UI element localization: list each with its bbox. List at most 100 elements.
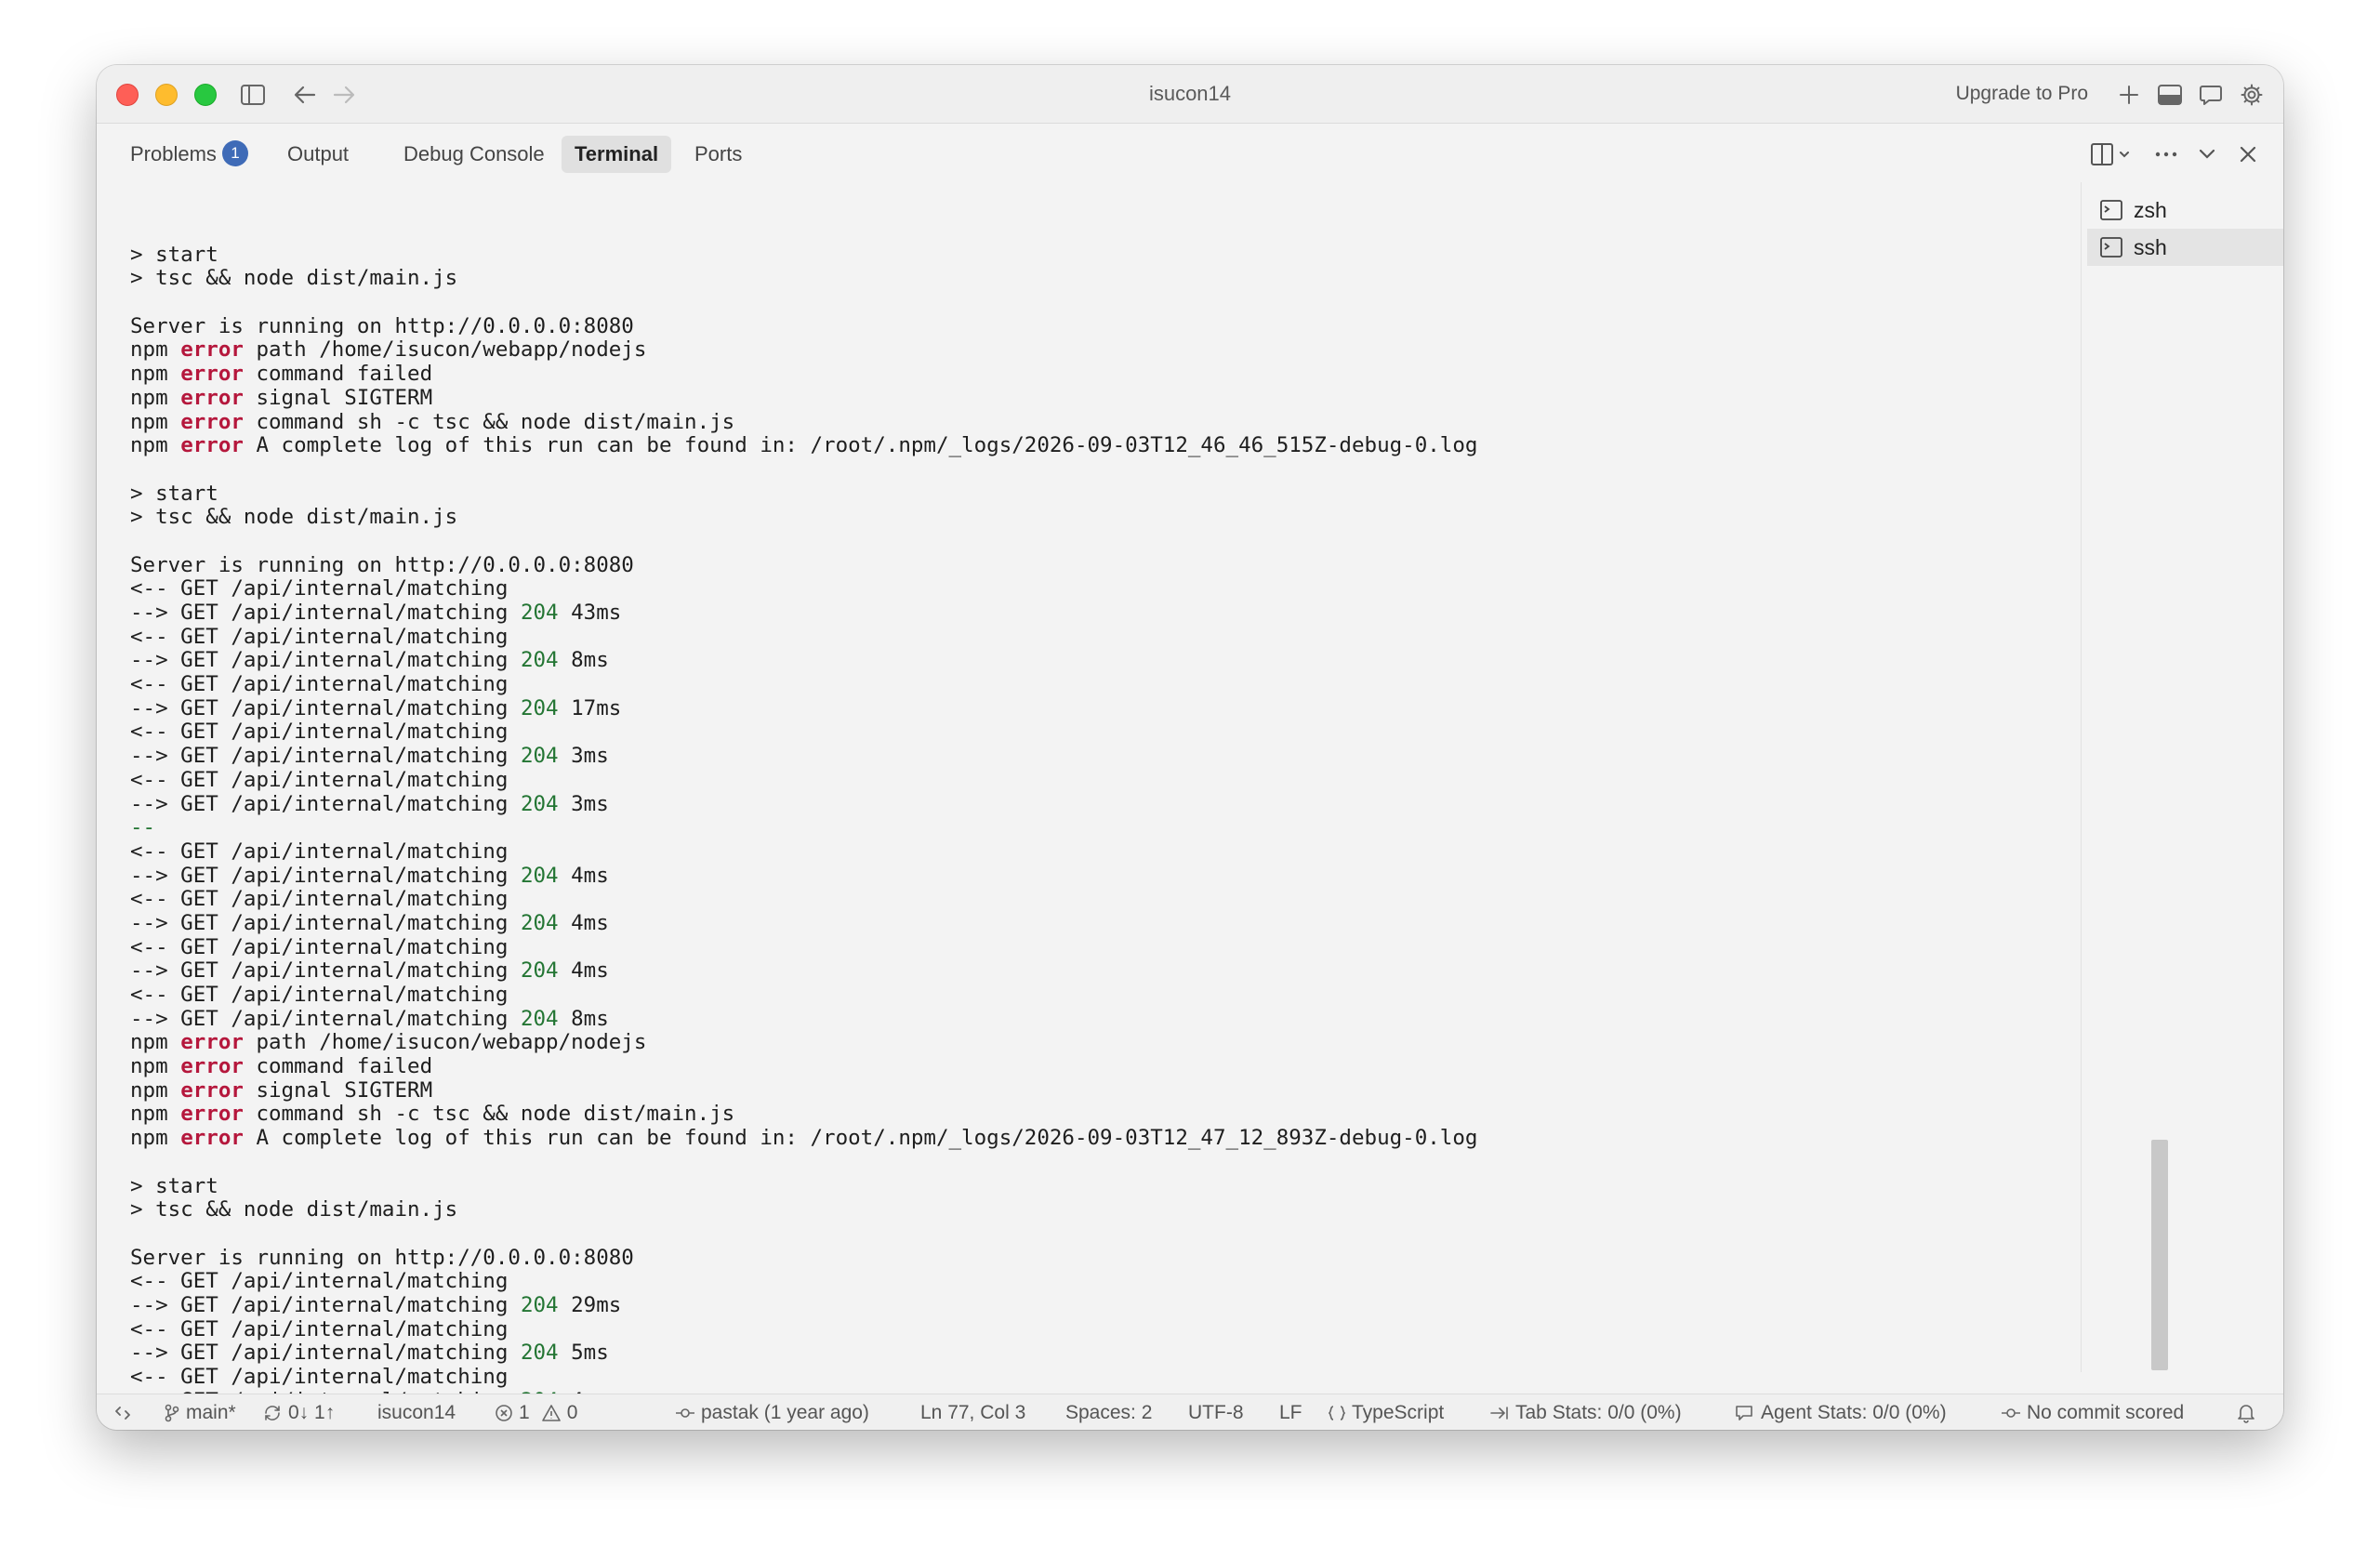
tab-terminal[interactable]: Terminal (562, 136, 672, 173)
terminal-text: Server is running on http://0.0.0.0:8080 (130, 552, 634, 577)
error-keyword: error (180, 385, 244, 410)
terminal-line: --> GET /api/internal/matching 204 4ms (130, 863, 2157, 889)
branch-status[interactable]: main* (164, 1400, 236, 1426)
terminal-item-zsh[interactable]: zsh (2087, 192, 2283, 229)
terminal-item-label: zsh (2134, 197, 2167, 222)
terminal-text: 8ms (558, 1006, 609, 1031)
terminal-text: 17ms (558, 695, 622, 720)
terminal-line: <-- GET /api/internal/matching (130, 1269, 2157, 1294)
terminal-line: <-- GET /api/internal/matching (130, 768, 2157, 793)
agent-stats-label: Agent Stats: 0/0 (0%) (1761, 1402, 1947, 1423)
terminal-text: 29ms (558, 1292, 622, 1317)
terminal-line: > tsc && node dist/main.js (130, 1197, 2157, 1222)
split-terminal-icon[interactable] (2088, 139, 2136, 169)
terminal-text: npm (130, 409, 181, 434)
terminal-line: > tsc && node dist/main.js (130, 267, 2157, 291)
terminal-text: <-- GET /api/internal/matching (130, 983, 509, 1007)
terminal-line: > tsc && node dist/main.js (130, 505, 2157, 530)
sync-counts: 0↓ 1↑ (288, 1402, 336, 1423)
upgrade-to-pro-button[interactable]: Upgrade to Pro (1956, 83, 2088, 105)
terminal-text: npm (130, 1102, 181, 1127)
terminal-line: --> GET /api/internal/matching 204 17ms (130, 695, 2157, 721)
status-code: 204 (520, 958, 559, 984)
sync-status[interactable]: 0↓ 1↑ (262, 1400, 335, 1426)
terminal-text: command sh -c tsc && node dist/main.js (243, 1102, 735, 1127)
terminal-text: --> GET /api/internal/matching (130, 863, 521, 888)
terminal-text: command sh -c tsc && node dist/main.js (243, 409, 735, 434)
tab-problems-label: Problems (130, 142, 217, 165)
bell-icon[interactable] (2237, 1400, 2261, 1426)
terminal-text: 8ms (558, 648, 609, 673)
terminal-line: <-- GET /api/internal/matching (130, 887, 2157, 912)
terminal-text: > tsc && node dist/main.js (130, 1197, 458, 1222)
cursor-position[interactable]: Ln 77, Col 3 (920, 1400, 1025, 1426)
terminal-text: npm (130, 1054, 181, 1079)
terminal-line: <-- GET /api/internal/matching (130, 935, 2157, 960)
status-code: 204 (520, 863, 559, 888)
terminal-text: path /home/isucon/webapp/nodejs (243, 1030, 647, 1055)
terminal-line: npm error path /home/isucon/webapp/nodej… (130, 338, 2157, 363)
terminal-text: --> GET /api/internal/matching (130, 601, 521, 625)
status-code: 204 (520, 1006, 559, 1031)
terminal-icon (2098, 197, 2124, 223)
terminal-text: <-- GET /api/internal/matching (130, 1269, 509, 1294)
language-label: TypeScript (1352, 1402, 1445, 1423)
tab-output[interactable]: Output (274, 136, 362, 173)
tab-debug-console[interactable]: Debug Console (390, 136, 558, 173)
eol-status[interactable]: LF (1279, 1400, 1302, 1426)
chevron-down-icon[interactable] (2192, 139, 2222, 169)
commit-score-label: No commit scored (2027, 1402, 2185, 1423)
gear-icon[interactable] (2237, 80, 2267, 110)
terminal-text: > tsc && node dist/main.js (130, 266, 458, 291)
terminal-text: <-- GET /api/internal/matching (130, 1365, 509, 1389)
terminal-text: <-- GET /api/internal/matching (130, 839, 509, 864)
agent-stats[interactable]: Agent Stats: 0/0 (0%) (1735, 1400, 1947, 1426)
problems-status[interactable]: 1 0 (495, 1400, 577, 1426)
tab-stats-label: Tab Stats: 0/0 (0%) (1515, 1402, 1682, 1423)
terminal-text: npm (130, 362, 181, 387)
terminal-text: <-- GET /api/internal/matching (130, 576, 509, 601)
terminal-line: <-- GET /api/internal/matching (130, 625, 2157, 650)
error-keyword: error (180, 1030, 244, 1055)
plus-icon[interactable] (2114, 80, 2144, 110)
indentation-status[interactable]: Spaces: 2 (1065, 1400, 1152, 1426)
terminal-output[interactable]: > start > tsc && node dist/main.js Server … (130, 219, 2157, 1394)
terminal-text: npm (130, 433, 181, 458)
commit-score[interactable]: No commit scored (2001, 1400, 2184, 1426)
status-code: 204 (520, 1292, 559, 1317)
tab-problems[interactable]: Problems 1 (117, 136, 261, 173)
terminal-line: --> GET /api/internal/matching 204 4ms (130, 911, 2157, 936)
close-icon[interactable] (2233, 139, 2263, 169)
terminal-text: A complete log of this run can be found … (243, 433, 1478, 458)
terminal-text: 3ms (558, 744, 609, 769)
encoding-status[interactable]: UTF-8 (1188, 1400, 1244, 1426)
app-window: isucon14 Upgrade to Pro Problems 1 Output… (97, 65, 2283, 1430)
error-keyword: error (180, 1102, 244, 1127)
terminal-line: npm error command sh -c tsc && node dist… (130, 409, 2157, 435)
tab-ports[interactable]: Ports (681, 136, 755, 173)
terminal-text: > start (130, 481, 218, 506)
terminal-item-ssh[interactable]: ssh (2087, 229, 2283, 266)
remote-icon[interactable] (113, 1400, 138, 1426)
toggle-panel-icon[interactable] (2155, 80, 2185, 110)
title-bar: isucon14 Upgrade to Pro (97, 65, 2283, 124)
git-blame-status[interactable]: pastak (1 year ago) (675, 1400, 869, 1426)
chat-icon[interactable] (2196, 80, 2226, 110)
terminal-line: --> GET /api/internal/matching 204 29ms (130, 1292, 2157, 1318)
tab-stats[interactable]: Tab Stats: 0/0 (0%) (1489, 1400, 1682, 1426)
error-keyword: error (180, 337, 244, 363)
language-mode[interactable]: TypeScript (1328, 1400, 1444, 1426)
terminal-item-label: ssh (2134, 234, 2167, 259)
status-code: 204 (520, 601, 559, 625)
more-actions-icon[interactable] (2151, 139, 2181, 169)
terminal-line: npm error command sh -c tsc && node dist… (130, 1103, 2157, 1127)
terminal-line: --> GET /api/internal/matching 204 4ms (130, 958, 2157, 984)
terminal-text: Server is running on http://0.0.0.0:8080 (130, 313, 634, 338)
workspace-name[interactable]: isucon14 (377, 1400, 456, 1426)
terminal-line: npm error A complete log of this run can… (130, 1126, 2157, 1151)
terminal-text: <-- GET /api/internal/matching (130, 1316, 509, 1341)
